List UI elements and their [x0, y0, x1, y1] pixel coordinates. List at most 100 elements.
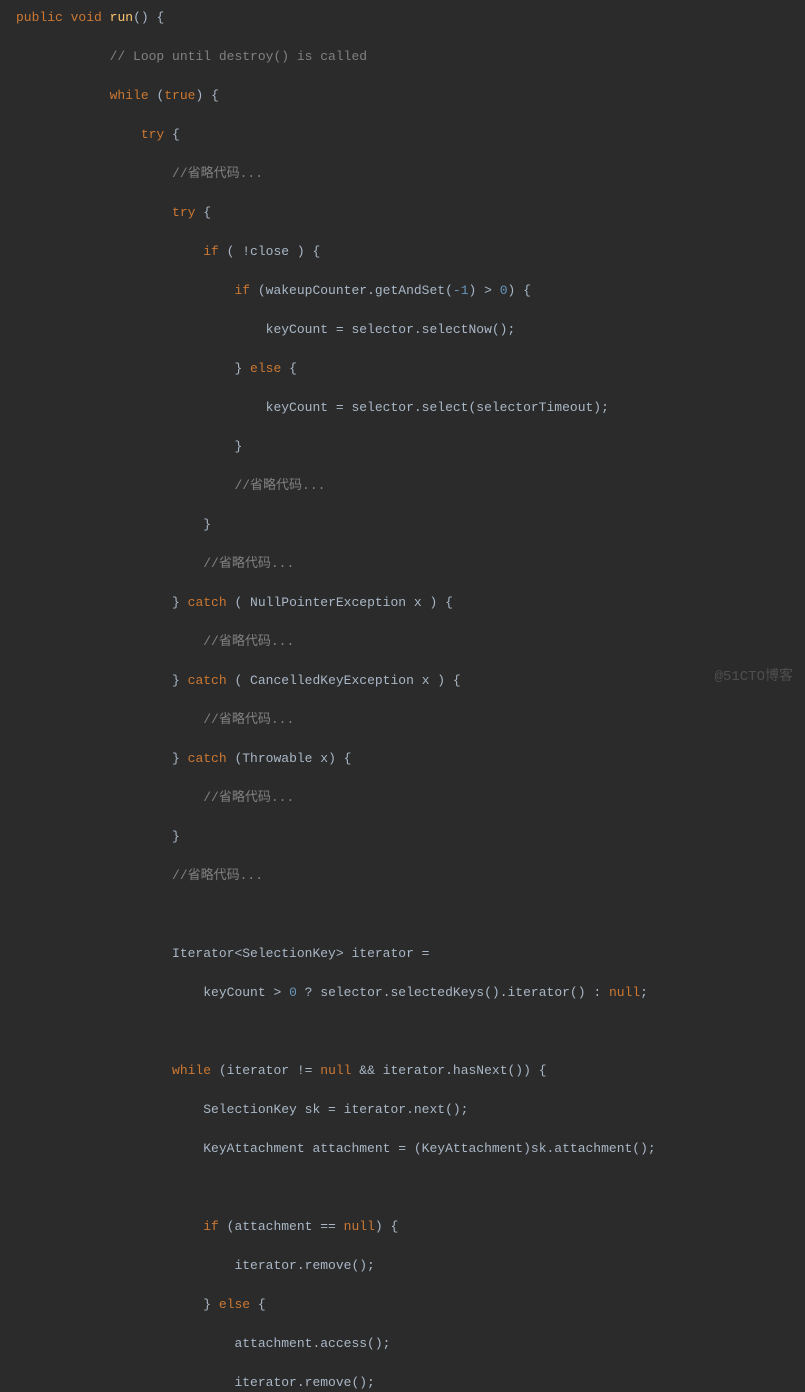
code-line: while (iterator != null && iterator.hasN… — [0, 1061, 805, 1081]
code-token: KeyAttachment attachment = (KeyAttachmen… — [203, 1141, 655, 1156]
code-line: if (wakeupCounter.getAndSet(-1) > 0) { — [0, 281, 805, 301]
code-token: (attachment == — [219, 1219, 344, 1234]
code-token: ) { — [375, 1219, 398, 1234]
code-token: ( CancelledKeyException x ) { — [227, 673, 461, 688]
code-token: catch — [188, 673, 227, 688]
code-token: && iterator.hasNext()) { — [351, 1063, 546, 1078]
code-token: else — [219, 1297, 250, 1312]
code-line: KeyAttachment attachment = (KeyAttachmen… — [0, 1139, 805, 1159]
code-token: //省略代码... — [234, 478, 325, 493]
code-line: } else { — [0, 359, 805, 379]
code-token: void — [71, 10, 102, 25]
code-line: } — [0, 437, 805, 457]
code-line: //省略代码... — [0, 476, 805, 496]
code-token: true — [164, 88, 195, 103]
code-token: if — [203, 244, 219, 259]
code-line: } — [0, 515, 805, 535]
code-token: } — [172, 673, 188, 688]
code-line: //省略代码... — [0, 554, 805, 574]
code-token: //省略代码... — [203, 556, 294, 571]
code-line: keyCount = selector.selectNow(); — [0, 320, 805, 340]
code-token — [102, 10, 110, 25]
code-line: } catch ( CancelledKeyException x ) { — [0, 671, 805, 691]
code-token: ) { — [195, 88, 218, 103]
code-line — [0, 905, 805, 925]
code-line: } catch (Throwable x) { — [0, 749, 805, 769]
code-token: //省略代码... — [172, 868, 263, 883]
code-token: } — [172, 751, 188, 766]
code-token: run — [110, 10, 133, 25]
code-token: ( NullPointerException x ) { — [227, 595, 453, 610]
code-line: //省略代码... — [0, 866, 805, 886]
code-block: public void run() { // Loop until destro… — [0, 8, 805, 1392]
code-token: ) > — [469, 283, 500, 298]
code-line: while (true) { — [0, 86, 805, 106]
code-token: if — [203, 1219, 219, 1234]
code-token: { — [281, 361, 297, 376]
code-token: keyCount = selector.select(selectorTimeo… — [266, 400, 609, 415]
code-token: (wakeupCounter.getAndSet( — [250, 283, 453, 298]
code-line: } else { — [0, 1295, 805, 1315]
code-token: // Loop until destroy() is called — [110, 49, 367, 64]
code-token: null — [609, 985, 640, 1000]
code-token: (iterator != — [211, 1063, 320, 1078]
code-line: } catch ( NullPointerException x ) { — [0, 593, 805, 613]
code-token: { — [195, 205, 211, 220]
code-token: 0 — [500, 283, 508, 298]
code-token: SelectionKey sk = iterator.next(); — [203, 1102, 468, 1117]
code-token: ( !close ) { — [219, 244, 320, 259]
code-token: ; — [640, 985, 648, 1000]
code-line: try { — [0, 203, 805, 223]
code-token: (Throwable x) { — [227, 751, 352, 766]
code-token: } — [234, 361, 250, 376]
code-token: 0 — [289, 985, 297, 1000]
code-line: attachment.access(); — [0, 1334, 805, 1354]
code-token: ( — [149, 88, 165, 103]
code-token: public — [16, 10, 63, 25]
code-token: -1 — [453, 283, 469, 298]
code-token: iterator.remove(); — [234, 1375, 374, 1390]
code-token: catch — [188, 595, 227, 610]
code-line: public void run() { — [0, 8, 805, 28]
code-token — [63, 10, 71, 25]
code-token: () { — [133, 10, 164, 25]
code-token: ) { — [508, 283, 531, 298]
code-line: if ( !close ) { — [0, 242, 805, 262]
code-token: keyCount = selector.selectNow(); — [266, 322, 516, 337]
code-token: if — [234, 283, 250, 298]
code-line: //省略代码... — [0, 164, 805, 184]
code-line: try { — [0, 125, 805, 145]
code-token: //省略代码... — [203, 712, 294, 727]
code-line: //省略代码... — [0, 710, 805, 730]
code-line: keyCount > 0 ? selector.selectedKeys().i… — [0, 983, 805, 1003]
code-token: iterator.remove(); — [234, 1258, 374, 1273]
code-token: try — [141, 127, 164, 142]
code-token: { — [250, 1297, 266, 1312]
code-token: } — [203, 517, 211, 532]
code-token: ? selector.selectedKeys().iterator() : — [297, 985, 609, 1000]
code-line: iterator.remove(); — [0, 1373, 805, 1392]
code-token: null — [320, 1063, 351, 1078]
code-token: null — [344, 1219, 375, 1234]
watermark: @51CTO博客 — [715, 667, 793, 688]
code-line — [0, 1022, 805, 1042]
code-token: keyCount > — [203, 985, 289, 1000]
code-token: Iterator<SelectionKey> iterator = — [172, 946, 429, 961]
code-token: //省略代码... — [203, 790, 294, 805]
code-token: } — [234, 439, 242, 454]
code-token: } — [172, 595, 188, 610]
code-line: keyCount = selector.select(selectorTimeo… — [0, 398, 805, 418]
code-token: } — [203, 1297, 219, 1312]
code-line: //省略代码... — [0, 788, 805, 808]
code-token: catch — [188, 751, 227, 766]
code-line: } — [0, 827, 805, 847]
code-token: else — [250, 361, 281, 376]
code-line: iterator.remove(); — [0, 1256, 805, 1276]
code-line: Iterator<SelectionKey> iterator = — [0, 944, 805, 964]
code-line: if (attachment == null) { — [0, 1217, 805, 1237]
code-line: SelectionKey sk = iterator.next(); — [0, 1100, 805, 1120]
code-token: //省略代码... — [203, 634, 294, 649]
code-token: { — [164, 127, 180, 142]
code-line — [0, 1178, 805, 1198]
code-token: attachment.access(); — [234, 1336, 390, 1351]
